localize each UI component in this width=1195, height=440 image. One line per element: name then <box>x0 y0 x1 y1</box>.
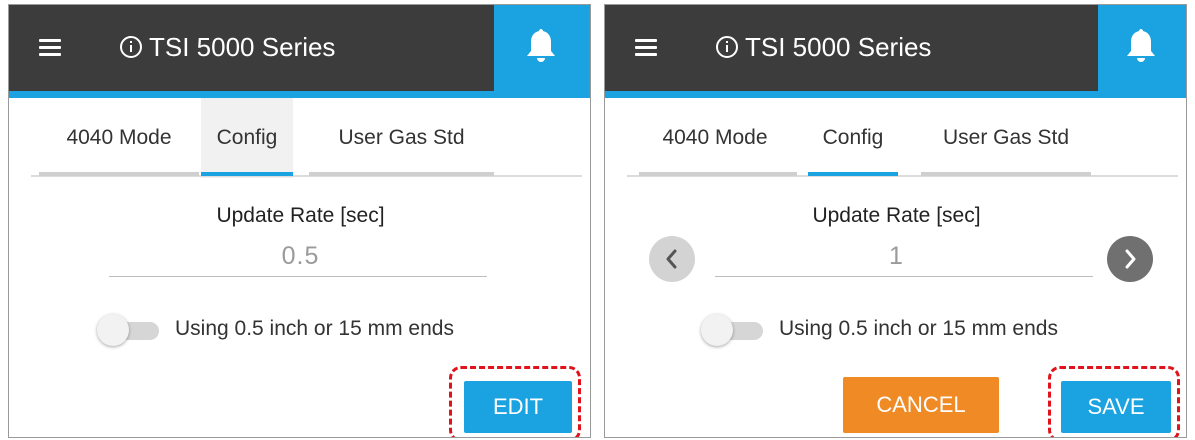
tab-4040-mode-underline <box>39 172 199 176</box>
save-button-highlight <box>1048 366 1180 437</box>
chevron-right-icon <box>1125 249 1136 269</box>
menu-icon[interactable] <box>39 38 61 56</box>
notifications-button[interactable] <box>494 5 590 91</box>
update-rate-value: 0.5 <box>281 242 320 270</box>
tab-config-underline <box>808 172 898 176</box>
increase-button[interactable] <box>1107 236 1153 282</box>
tab-4040-mode[interactable]: 4040 Mode <box>635 98 795 178</box>
update-rate-underline <box>109 276 487 277</box>
half-inch-ends-label: Using 0.5 inch or 15 mm ends <box>175 317 454 340</box>
tab-4040-mode-underline <box>639 172 797 176</box>
bell-icon <box>1127 29 1155 62</box>
update-rate-underline <box>715 276 1093 277</box>
decrease-button[interactable] <box>649 236 695 282</box>
app-bar-accent <box>605 91 1186 98</box>
tab-user-gas-std[interactable]: User Gas Std <box>921 98 1091 178</box>
app-title: TSI 5000 Series <box>149 32 336 62</box>
app-bar: TSI 5000 Series <box>9 5 590 91</box>
tab-bar: 4040 Mode Config User Gas Std <box>605 98 1186 178</box>
notifications-button[interactable] <box>1098 5 1186 91</box>
tab-config-underline <box>201 172 293 176</box>
tab-bar: 4040 Mode Config User Gas Std <box>9 98 590 178</box>
info-icon[interactable] <box>715 35 739 59</box>
bell-icon <box>527 29 555 62</box>
chevron-left-icon <box>666 249 677 269</box>
tab-user-gas-std[interactable]: User Gas Std <box>309 98 494 178</box>
app-bar-accent <box>9 91 590 98</box>
config-panel-view-mode: TSI 5000 Series 4040 Mode Config User Ga… <box>8 4 591 438</box>
edit-button-highlight <box>449 366 581 437</box>
app-bar: TSI 5000 Series <box>605 5 1186 91</box>
half-inch-ends-toggle[interactable] <box>97 313 161 347</box>
update-rate-label: Update Rate [sec] <box>216 204 385 227</box>
half-inch-ends-label: Using 0.5 inch or 15 mm ends <box>779 317 1058 340</box>
app-title: TSI 5000 Series <box>745 32 932 62</box>
tab-user-gas-std-underline <box>309 172 494 176</box>
update-rate-label: Update Rate [sec] <box>812 204 981 227</box>
tab-4040-mode[interactable]: 4040 Mode <box>39 98 199 178</box>
menu-icon[interactable] <box>635 38 657 56</box>
cancel-button[interactable]: CANCEL <box>843 377 999 433</box>
tab-config[interactable]: Config <box>808 98 898 178</box>
tab-config[interactable]: Config <box>201 98 293 178</box>
tab-user-gas-std-underline <box>921 172 1091 176</box>
info-icon[interactable] <box>119 35 143 59</box>
config-panel-edit-mode: TSI 5000 Series 4040 Mode Config User Ga… <box>604 4 1187 438</box>
half-inch-ends-toggle[interactable] <box>701 313 765 347</box>
